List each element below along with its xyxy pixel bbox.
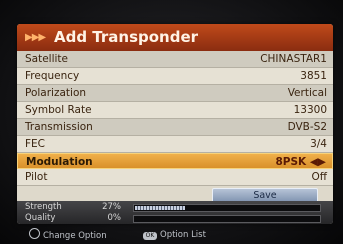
row-label: Frequency bbox=[25, 70, 80, 82]
footer-hints: Change Option OK Option List bbox=[17, 228, 333, 242]
row-polarization[interactable]: Polarization Vertical bbox=[17, 85, 333, 102]
row-label: Transmission bbox=[25, 121, 93, 133]
strength-bar-fill bbox=[135, 206, 185, 210]
dialog-header: ▶▶▶ Add Transponder bbox=[17, 24, 333, 51]
option-list-label: Option List bbox=[160, 230, 206, 240]
add-transponder-dialog: ▶▶▶ Add Transponder Satellite CHINASTAR1… bbox=[17, 24, 333, 224]
row-label: Polarization bbox=[25, 87, 87, 99]
row-label: Pilot bbox=[25, 171, 48, 183]
row-value: DVB-S2 bbox=[287, 121, 327, 133]
quality-label: Quality bbox=[25, 213, 56, 223]
row-modulation[interactable]: Modulation 8PSK ◀▶ bbox=[17, 153, 333, 169]
row-value: CHINASTAR1 bbox=[260, 53, 327, 65]
quality-bar bbox=[133, 215, 321, 223]
signal-meters: Strength 27% Quality 0% bbox=[17, 201, 333, 224]
header-arrows-icon: ▶▶▶ bbox=[25, 32, 46, 43]
change-option-hint: Change Option bbox=[29, 228, 107, 243]
row-value: 13300 bbox=[293, 104, 327, 116]
row-transmission[interactable]: Transmission DVB-S2 bbox=[17, 119, 333, 136]
ok-button-icon: OK bbox=[143, 232, 157, 240]
row-fec[interactable]: FEC 3/4 bbox=[17, 136, 333, 153]
strength-meter: Strength 27% bbox=[17, 202, 333, 213]
row-label: Symbol Rate bbox=[25, 104, 92, 116]
dpad-icon bbox=[29, 228, 40, 239]
strength-percent: 27% bbox=[102, 202, 121, 212]
quality-meter: Quality 0% bbox=[17, 213, 333, 224]
row-value: Off bbox=[311, 171, 328, 183]
row-value: Vertical bbox=[287, 87, 327, 99]
settings-list: Satellite CHINASTAR1 Frequency 3851 Pola… bbox=[17, 51, 333, 204]
change-option-label: Change Option bbox=[43, 231, 107, 241]
row-value: 3851 bbox=[300, 70, 327, 82]
row-label: Satellite bbox=[25, 53, 69, 65]
row-label: FEC bbox=[25, 138, 46, 150]
row-value: 8PSK ◀▶ bbox=[275, 156, 326, 168]
quality-percent: 0% bbox=[107, 213, 122, 223]
row-satellite[interactable]: Satellite CHINASTAR1 bbox=[17, 51, 333, 68]
option-list-hint: OK Option List bbox=[143, 228, 206, 242]
row-label: Modulation bbox=[26, 156, 93, 168]
strength-bar bbox=[133, 204, 321, 212]
strength-label: Strength bbox=[25, 202, 62, 212]
dialog-title: Add Transponder bbox=[54, 28, 199, 46]
row-value: 3/4 bbox=[310, 138, 327, 150]
row-frequency[interactable]: Frequency 3851 bbox=[17, 68, 333, 85]
tv-screen: ▶▶▶ Add Transponder Satellite CHINASTAR1… bbox=[0, 0, 343, 244]
row-pilot[interactable]: Pilot Off bbox=[17, 169, 333, 186]
row-symbol-rate[interactable]: Symbol Rate 13300 bbox=[17, 102, 333, 119]
